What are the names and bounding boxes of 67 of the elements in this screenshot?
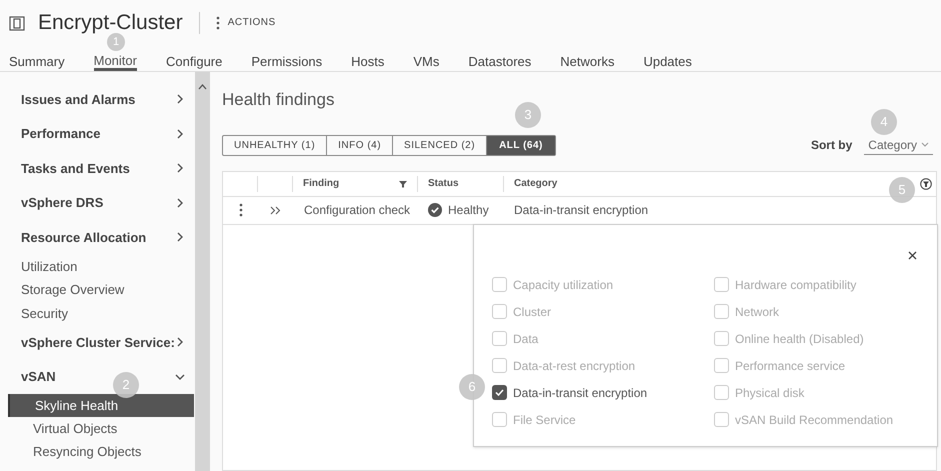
checkbox[interactable]	[492, 331, 507, 346]
checkbox[interactable]	[714, 304, 729, 319]
table-cell-text: Configuration check	[303, 202, 412, 219]
chevron-right-icon	[175, 94, 185, 104]
sidebar-item[interactable]: Security	[0, 302, 68, 325]
check-circle-icon	[428, 203, 442, 217]
chevron-right-icon	[175, 232, 185, 242]
filter-toggle[interactable]: ALL (64)	[487, 136, 555, 154]
sort-dropdown[interactable]: Category	[864, 135, 933, 155]
table-cell-text: Healthy	[448, 202, 489, 219]
cluster-icon	[8, 14, 26, 32]
checkbox[interactable]	[714, 277, 729, 292]
sidebar-section[interactable]: vSphere Cluster Service:	[0, 325, 195, 360]
checkbox[interactable]	[714, 385, 729, 400]
nav-tab[interactable]: Networks	[560, 52, 614, 71]
chevron-right-icon	[175, 198, 185, 208]
chevron-right-icon	[175, 163, 185, 174]
scrollbar[interactable]	[195, 72, 210, 471]
nav-tab[interactable]: Permissions	[251, 52, 322, 71]
actions-button[interactable]: ACTIONS	[216, 15, 276, 30]
checkbox[interactable]	[492, 304, 507, 319]
sidebar-section[interactable]: Performance	[0, 116, 195, 151]
close-icon[interactable]	[908, 251, 917, 260]
checkmark-icon	[495, 389, 504, 396]
checkbox[interactable]	[492, 385, 507, 400]
chevron-down-icon	[921, 142, 929, 148]
page-heading: Health findings	[222, 89, 336, 111]
nav-tab[interactable]: Configure	[166, 52, 222, 71]
more-vertical-icon[interactable]	[238, 203, 242, 217]
sidebar-section[interactable]: vSphere DRS	[0, 186, 195, 220]
scroll-up-icon	[198, 84, 207, 90]
nav-tab[interactable]: Summary	[9, 52, 65, 71]
filter-toggle[interactable]: INFO (4)	[327, 136, 394, 154]
category-checkbox[interactable]: Data-in-transit encryption	[492, 379, 714, 406]
table-cell-text: Data-in-transit encryption	[513, 202, 650, 219]
checkbox[interactable]	[714, 358, 729, 373]
sidebar-section[interactable]: Issues and Alarms	[0, 82, 195, 116]
filter-icon[interactable]	[399, 180, 407, 188]
sidebar-item[interactable]: Skyline Health	[8, 394, 194, 417]
chevron-down-icon	[175, 372, 185, 382]
nav-tab[interactable]: Datastores	[468, 52, 532, 71]
sidebar-item[interactable]: Storage Overview	[0, 278, 124, 302]
chevron-right-icon	[175, 128, 185, 139]
sidebar-section[interactable]: Resource Allocation	[0, 220, 195, 254]
checkbox[interactable]	[492, 412, 507, 427]
nav-tab[interactable]: VMs	[413, 52, 440, 71]
sidebar-section[interactable]: Tasks and Events	[0, 151, 195, 186]
nav-tab[interactable]: Hosts	[351, 52, 384, 71]
column-header: Finding	[303, 177, 340, 191]
nav-tab[interactable]: Updates	[643, 52, 692, 71]
checkbox[interactable]	[714, 412, 729, 427]
column-header: Category	[514, 177, 558, 191]
filter-icon[interactable]	[920, 178, 932, 190]
nav-tab[interactable]: Monitor	[94, 52, 137, 71]
cluster-title: Encrypt-Cluster	[38, 12, 183, 33]
filter-toggle[interactable]: UNHEALTHY (1)	[223, 136, 328, 154]
sidebar-item[interactable]: Resyncing Objects	[8, 440, 194, 463]
sidebar-item[interactable]: Virtual Objects	[8, 417, 194, 440]
chevron-right-icon	[175, 337, 185, 348]
sort-label: Sort by	[810, 137, 852, 154]
checkbox[interactable]	[492, 358, 507, 373]
more-vertical-icon	[216, 16, 220, 30]
sidebar-item[interactable]: Utilization	[0, 254, 78, 278]
expand-icon[interactable]	[270, 206, 281, 214]
checkbox[interactable]	[714, 331, 729, 346]
column-header: Status	[428, 177, 459, 191]
checkbox[interactable]	[492, 277, 507, 292]
